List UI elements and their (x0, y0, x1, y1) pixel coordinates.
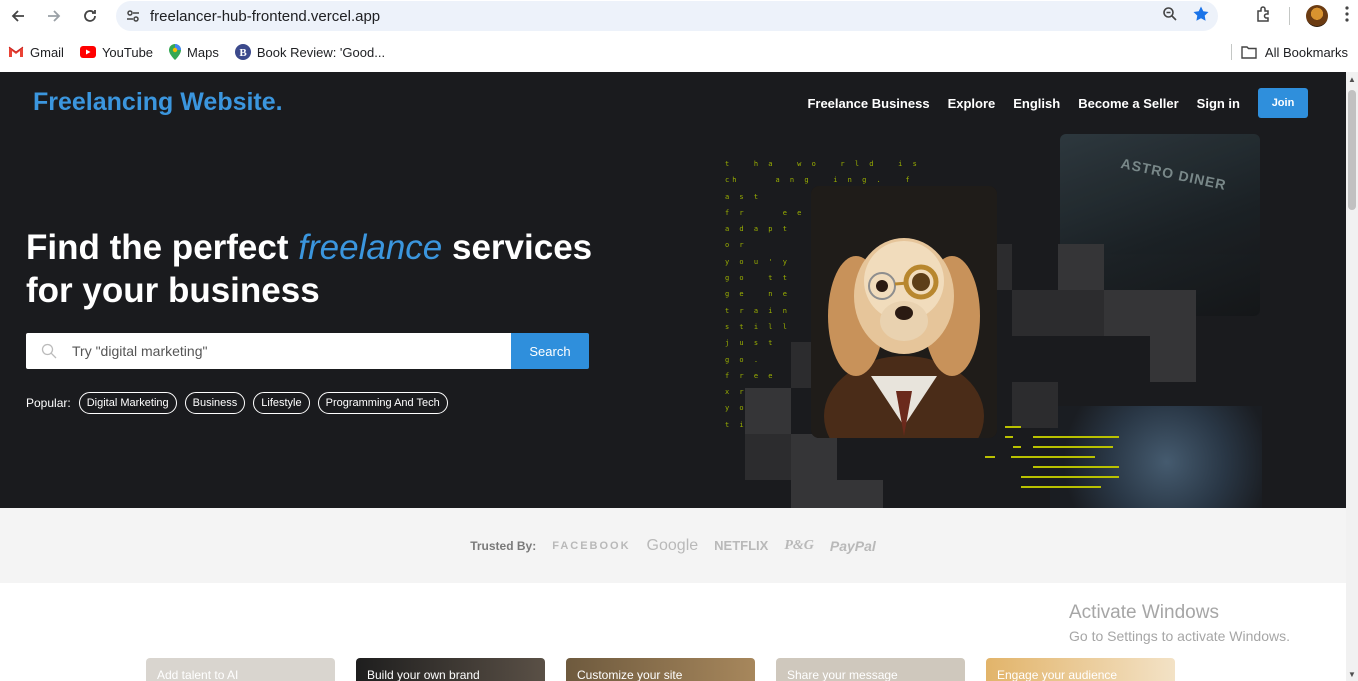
scroll-down-icon[interactable]: ▼ (1346, 667, 1358, 681)
brand-pg: P&G (784, 537, 814, 553)
pixel-block (745, 388, 791, 434)
search-field[interactable] (26, 333, 511, 369)
brand-paypal: PayPal (829, 537, 876, 554)
service-cards: Add talent to AI Build your own brand Cu… (146, 658, 1175, 681)
scroll-thumb[interactable] (1348, 90, 1356, 210)
search-button[interactable]: Search (511, 333, 589, 369)
pixel-block (1012, 382, 1058, 428)
hero-search: Search (26, 333, 589, 369)
profile-avatar[interactable] (1306, 5, 1328, 27)
brand-google: Google (646, 536, 699, 554)
tag-programming-tech[interactable]: Programming And Tech (317, 392, 448, 414)
brand-netflix: NETFLIX (714, 538, 769, 553)
search-icon (26, 343, 72, 359)
bookmark-youtube[interactable]: YouTube (79, 45, 153, 60)
address-bar[interactable]: freelancer-hub-frontend.vercel.app (116, 1, 1218, 31)
nav-sign-in[interactable]: Sign in (1197, 96, 1240, 111)
nav-freelance-business[interactable]: Freelance Business (807, 96, 929, 111)
menu-kebab-icon[interactable] (1344, 5, 1350, 28)
bookmarks-divider (1231, 44, 1232, 60)
tag-business[interactable]: Business (184, 392, 246, 414)
browser-toolbar: freelancer-hub-frontend.vercel.app (0, 0, 1358, 32)
site-info-icon[interactable] (116, 8, 150, 24)
forward-button[interactable] (36, 0, 72, 32)
popular-tags: Popular: Digital Marketing Business Life… (26, 392, 448, 414)
reload-button[interactable] (72, 0, 108, 32)
brand-facebook: FACEBOOK (552, 539, 631, 552)
trusted-label: Trusted By: (470, 538, 537, 553)
zoom-icon[interactable] (1162, 6, 1178, 27)
hero-illustration: ASTRO DINER t h a w o r l d i s ch a n g… (720, 132, 1280, 508)
url-text[interactable]: freelancer-hub-frontend.vercel.app (150, 8, 380, 25)
bookmarks-bar: Gmail YouTube Maps B Book Review: 'Good.… (0, 38, 1358, 66)
site-logo[interactable]: Freelancing Website. (33, 88, 283, 117)
toolbar-divider (1289, 7, 1290, 25)
tag-lifestyle[interactable]: Lifestyle (253, 392, 310, 414)
folder-icon (1241, 45, 1257, 59)
pixel-block (1058, 244, 1104, 290)
pixel-block (1058, 290, 1104, 336)
maps-icon (169, 44, 182, 60)
hero-section: Freelancing Website. Freelance Business … (0, 72, 1346, 508)
trusted-by-bar: Trusted By: FACEBOOK Google NETFLIX P&G … (0, 508, 1346, 583)
reload-icon (84, 10, 96, 22)
nav-english[interactable]: English (1013, 96, 1060, 111)
back-button[interactable] (0, 0, 36, 32)
service-card[interactable]: Customize your site (566, 658, 755, 681)
forward-arrow-icon (48, 10, 61, 22)
service-card[interactable]: Share your message (776, 658, 965, 681)
hero-headline: Find the perfect freelance services for … (26, 228, 593, 310)
pixel-block (1150, 336, 1196, 382)
bookmark-star-icon[interactable] (1192, 5, 1210, 28)
all-bookmarks-button[interactable]: All Bookmarks (1241, 45, 1348, 60)
tag-digital-marketing[interactable]: Digital Marketing (78, 392, 177, 414)
service-card[interactable]: Build your own brand (356, 658, 545, 681)
bookmark-gmail[interactable]: Gmail (8, 45, 64, 60)
popular-label: Popular: (26, 396, 71, 410)
pixel-block (1012, 290, 1058, 336)
book-icon: B (234, 44, 251, 60)
pixel-block (791, 434, 837, 480)
bookmark-book-review[interactable]: B Book Review: 'Good... (234, 44, 385, 60)
service-card[interactable]: Engage your audience (986, 658, 1175, 681)
svg-text:B: B (239, 47, 247, 59)
nav-explore[interactable]: Explore (948, 96, 996, 111)
pixel-block (1150, 290, 1196, 336)
extensions-icon[interactable] (1255, 5, 1273, 28)
pixel-block (1104, 290, 1150, 336)
youtube-icon (79, 46, 96, 58)
nav-become-seller[interactable]: Become a Seller (1078, 96, 1178, 111)
join-button[interactable]: Join (1258, 88, 1308, 118)
scroll-up-icon[interactable]: ▲ (1346, 72, 1358, 86)
page-scrollbar[interactable]: ▲ ▼ (1346, 72, 1358, 681)
page-viewport: Freelancing Website. Freelance Business … (0, 72, 1358, 681)
pixel-block (791, 480, 883, 508)
service-card[interactable]: Add talent to AI (146, 658, 335, 681)
dog-portrait (811, 186, 997, 438)
gmail-icon (8, 46, 24, 57)
search-input[interactable] (72, 343, 492, 359)
activate-windows-watermark: Activate Windows Go to Settings to activ… (1069, 602, 1290, 644)
bookmark-maps[interactable]: Maps (169, 44, 219, 60)
top-nav: Freelance Business Explore English Becom… (807, 88, 1308, 118)
back-arrow-icon (11, 10, 24, 22)
pixel-block (745, 434, 791, 480)
